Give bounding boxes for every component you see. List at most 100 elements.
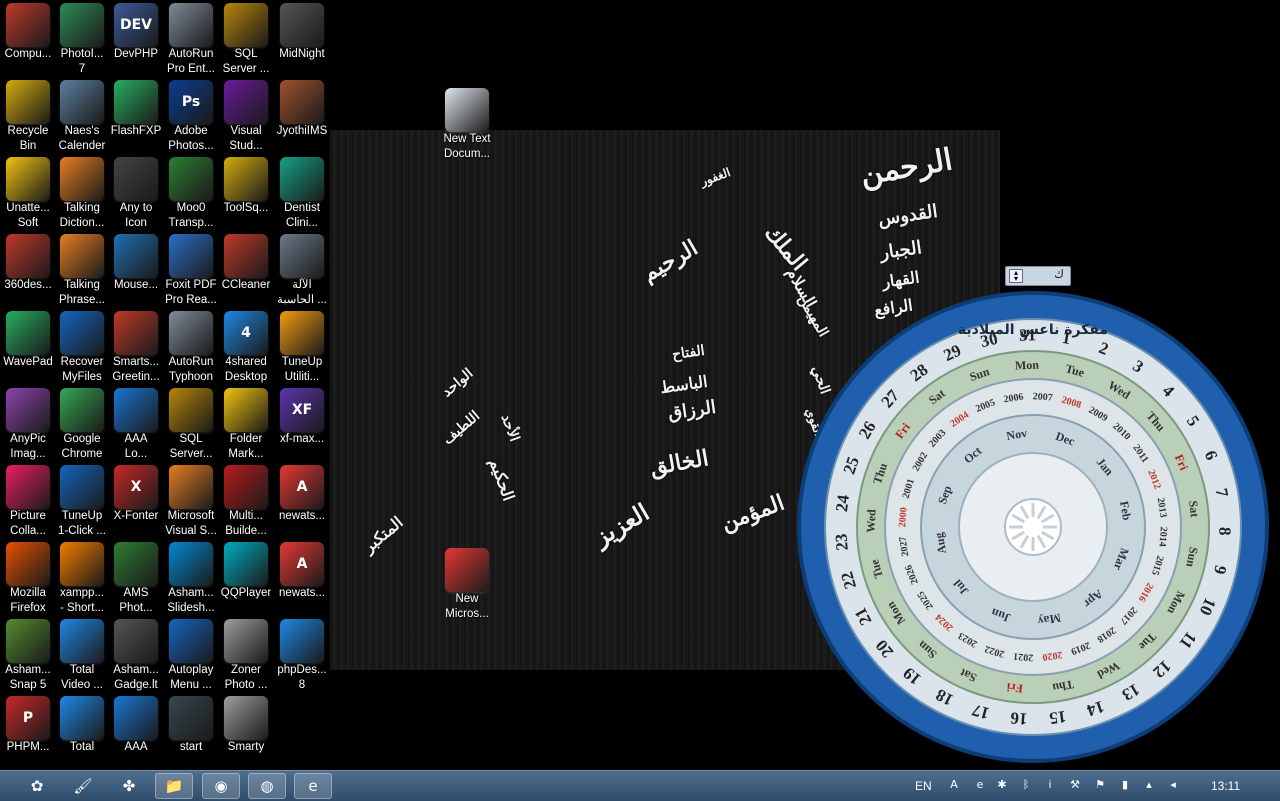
desktop-shortcut[interactable]: Asham... Snap 5: [0, 616, 56, 691]
desktop-shortcut[interactable]: Dentist Clini...: [274, 154, 330, 229]
desktop-shortcut[interactable]: 4 4shared Desktop: [218, 308, 274, 383]
ashampoo-taskbar-icon[interactable]: ✿: [18, 773, 56, 799]
gadget-days_of_month-label: 23: [831, 533, 851, 551]
desktop-shortcut[interactable]: AAA Lo...: [108, 385, 164, 460]
flashfxp-icon: [114, 80, 158, 124]
desktop-shortcut[interactable]: AutoRun Typhoon: [163, 308, 219, 383]
desktop-shortcut[interactable]: Anewats...: [274, 462, 330, 536]
bluetooth-tray-icon[interactable]: ᛒ: [1019, 778, 1033, 792]
desktop-shortcut[interactable]: P PHPM...: [0, 693, 56, 767]
ie-tray-icon[interactable]: e: [973, 778, 987, 792]
desktop-shortcut[interactable]: Recycle Bin: [0, 77, 56, 152]
desktop-shortcut[interactable]: Multi... Builde...: [218, 462, 274, 537]
desktop-shortcut[interactable]: AutoRun Pro Ent...: [163, 0, 219, 75]
moo0-icon: [169, 157, 213, 201]
desktop-shortcut[interactable]: Naes's Calender: [54, 77, 110, 152]
gadget-weekdays-label: Fri: [1005, 680, 1023, 696]
battery-tray-icon[interactable]: ▮: [1118, 778, 1132, 792]
desktop-shortcut[interactable]: TuneUp Utiliti...: [274, 308, 330, 383]
flag-tray-icon[interactable]: ⚑: [1093, 778, 1107, 792]
volume-tray-icon[interactable]: ◂: [1166, 778, 1180, 792]
sun-tray-icon[interactable]: ✱: [995, 778, 1009, 792]
gavel-tray-icon[interactable]: ⚒: [1068, 778, 1082, 792]
desktop-shortcut[interactable]: Talking Diction...: [54, 154, 110, 229]
anypic-icon: [6, 388, 50, 432]
desktop-shortcut[interactable]: Mouse...: [108, 231, 164, 305]
desktop-shortcut[interactable]: New Micros...: [439, 545, 495, 620]
paint-taskbar-icon[interactable]: 🖌: [64, 773, 102, 799]
clock[interactable]: 13:11: [1211, 779, 1240, 793]
desktop-shortcut[interactable]: AAA: [108, 693, 164, 767]
desktop-shortcut[interactable]: phpDes... 8: [274, 616, 330, 691]
desktop-shortcut[interactable]: AnyPic Imag...: [0, 385, 56, 460]
desktop-shortcut[interactable]: الآلة الحاسبة ...: [274, 231, 330, 306]
desktop-shortcut[interactable]: Ps Adobe Photos...: [163, 77, 219, 152]
desktop-shortcut[interactable]: SQL Server...: [163, 385, 219, 460]
desktop-shortcut-label: AMS Phot...: [119, 587, 153, 614]
desktop-shortcut[interactable]: Asham... Gadge.lt: [108, 616, 164, 691]
gadget-years-label: 2000: [897, 507, 909, 528]
desktop-shortcut[interactable]: Asham... Slidesh...: [163, 539, 219, 614]
desktop-shortcut[interactable]: Smarty: [218, 693, 274, 767]
desktop-shortcut[interactable]: X X-Fonter: [108, 462, 164, 536]
desktop-shortcut[interactable]: xampp... - Short...: [54, 539, 110, 614]
gadget-control-bar[interactable]: ▴ ▾ ك: [1005, 266, 1071, 286]
media-taskbar-icon[interactable]: ◍: [248, 773, 286, 799]
gadget-title: مفكرة ناعس الميلادية: [958, 322, 1108, 338]
desktop-shortcut[interactable]: New Text Docum...: [439, 85, 495, 160]
desktop-shortcut[interactable]: start: [163, 693, 219, 767]
desktop-shortcut[interactable]: XF xf-max...: [274, 385, 330, 459]
desktop-shortcut[interactable]: Microsoft Visual S...: [163, 462, 219, 537]
desktop-shortcut[interactable]: Compu...: [0, 0, 56, 74]
desktop[interactable]: الرحمن القدوس الجبار القهار الرافع الملك السلا…: [0, 0, 1280, 770]
info-tray-icon[interactable]: i: [1043, 778, 1057, 792]
desktop-shortcut[interactable]: FlashFXP: [108, 77, 164, 151]
desktop-shortcut[interactable]: ToolSq...: [218, 154, 274, 228]
butterfly-taskbar-icon[interactable]: ✤: [110, 773, 148, 799]
desktop-shortcut-label: newats...: [278, 587, 326, 599]
desktop-shortcut[interactable]: Total Video ...: [54, 616, 110, 691]
explorer-taskbar-icon[interactable]: 📁: [155, 773, 193, 799]
desktop-shortcut[interactable]: Folder Mark...: [218, 385, 274, 460]
desktop-shortcut[interactable]: QQPlayer: [218, 539, 274, 613]
desktop-shortcut-label: Visual Stud...: [229, 125, 263, 152]
desktop-shortcut[interactable]: CCleaner: [218, 231, 274, 305]
desktop-shortcut-label: Zoner Photo ...: [224, 664, 268, 691]
desktop-shortcut[interactable]: Total: [54, 693, 110, 767]
desktop-shortcut[interactable]: Zoner Photo ...: [218, 616, 274, 691]
ie-taskbar-icon[interactable]: e: [294, 773, 332, 799]
desktop-shortcut[interactable]: Any to Icon: [108, 154, 164, 229]
desktop-shortcut[interactable]: Mozilla Firefox: [0, 539, 56, 614]
desktop-shortcut[interactable]: Foxit PDF Pro Rea...: [163, 231, 219, 306]
desktop-shortcut[interactable]: WavePad: [0, 308, 56, 382]
desktop-shortcut[interactable]: AMS Phot...: [108, 539, 164, 614]
desktop-shortcut[interactable]: Moo0 Transp...: [163, 154, 219, 229]
desktop-shortcut[interactable]: Visual Stud...: [218, 77, 274, 152]
desktop-shortcut[interactable]: JyothiIMS: [274, 77, 330, 151]
language-indicator[interactable]: EN: [915, 779, 932, 793]
desktop-shortcut-label: AnyPic Imag...: [10, 433, 46, 460]
desktop-shortcut[interactable]: MidNight: [274, 0, 330, 74]
desktop-shortcut[interactable]: Anewats...: [274, 539, 330, 613]
adobe-tray-icon[interactable]: A: [947, 778, 961, 792]
desktop-shortcut[interactable]: TuneUp 1-Click ...: [54, 462, 110, 537]
desktop-shortcut[interactable]: Picture Colla...: [0, 462, 56, 537]
desktop-shortcut[interactable]: SQL Server ...: [218, 0, 274, 75]
desktop-shortcut[interactable]: Recover MyFiles: [54, 308, 110, 383]
desktop-shortcut-label: Mouse...: [113, 279, 159, 291]
desktop-shortcut[interactable]: PhotoI... 7: [54, 0, 110, 75]
gadget-size-stepper-icon[interactable]: ▴ ▾: [1009, 269, 1023, 283]
desktop-shortcut[interactable]: Smarts... Greetin...: [108, 308, 164, 383]
desktop-shortcut[interactable]: Talking Phrase...: [54, 231, 110, 306]
desktop-shortcut[interactable]: Unatte... Soft: [0, 154, 56, 229]
desktop-shortcut[interactable]: 360des...: [0, 231, 56, 305]
desktop-shortcut-label: QQPlayer: [220, 587, 272, 599]
desktop-shortcut[interactable]: Autoplay Menu ...: [163, 616, 219, 691]
desktop-shortcut-label: 360des...: [4, 279, 52, 291]
desktop-shortcut[interactable]: DEV DevPHP: [108, 0, 164, 74]
calendar-gadget[interactable]: 1234567891011121314151617181920212223242…: [796, 290, 1270, 764]
desktop-shortcut[interactable]: Google Chrome: [54, 385, 110, 460]
firefox-taskbar-icon[interactable]: ◉: [202, 773, 240, 799]
signal-tray-icon[interactable]: ▴: [1142, 778, 1156, 792]
desktop-shortcut-label: PhotoI... 7: [60, 48, 104, 75]
